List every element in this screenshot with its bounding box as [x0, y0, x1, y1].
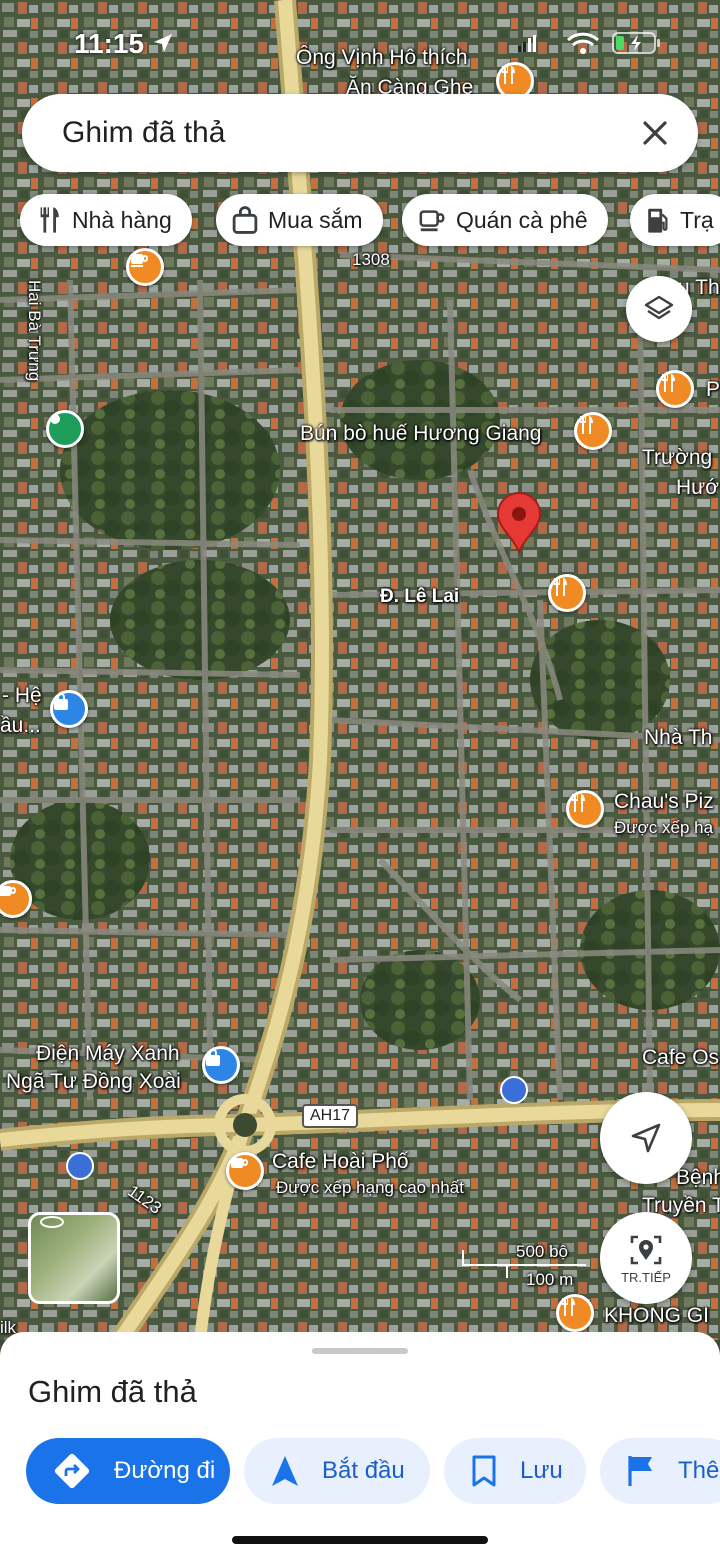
location-scan-icon [630, 1235, 662, 1264]
directions-icon [54, 1453, 90, 1489]
layers-button[interactable] [626, 276, 692, 342]
map-label: - Hệ [2, 684, 42, 707]
map-label: P [706, 378, 720, 401]
search-bar[interactable]: Ghim đã thả [22, 94, 698, 172]
map-label: Hướ [676, 476, 719, 499]
chip-coffee[interactable]: Quán cà phê [402, 194, 608, 246]
bus-stop-icon[interactable] [66, 1152, 94, 1180]
map-label: Được xếp hạ [614, 818, 714, 837]
chip-label: Nhà hàng [72, 206, 172, 233]
chip-restaurants[interactable]: Nhà hàng [20, 194, 192, 246]
restaurant-icon[interactable] [566, 790, 604, 828]
map-label: Bệnh [676, 1166, 720, 1189]
map-label: Ngã Tư Đồng Xoài [6, 1070, 181, 1093]
map-label: Nhà Th [644, 726, 713, 749]
bus-stop-icon[interactable] [500, 1076, 528, 1104]
drag-handle[interactable] [312, 1348, 408, 1354]
chip-shopping[interactable]: Mua sắm [216, 194, 383, 246]
highway-shield: AH17 [302, 1104, 359, 1128]
chip-label: Trạ [680, 206, 714, 233]
gas-station-icon [648, 208, 668, 233]
close-icon[interactable] [636, 114, 674, 152]
road-number: 1308 [352, 250, 390, 269]
chip-label: Quán cà phê [456, 206, 588, 233]
status-bar: 11:15 [0, 26, 720, 62]
map-label: Chau's Piz [614, 790, 714, 813]
start-button[interactable]: Bắt đầu [244, 1438, 430, 1504]
rotate-360-icon [40, 1216, 64, 1228]
coffee-icon [419, 210, 445, 232]
status-time: 11:15 [74, 28, 145, 59]
map-label: Bún bò huế Hương Giang [300, 422, 542, 445]
map-label: Được xếp hạng cao nhất [276, 1178, 464, 1197]
next-button-label: TR.TIẾP [621, 1269, 671, 1285]
battery-icon [612, 32, 660, 54]
shopping-bag-icon [232, 206, 258, 234]
shopping-bag-icon[interactable] [202, 1046, 240, 1084]
search-text: Ghim đã thả [62, 116, 226, 149]
chip-label: Mua sắm [268, 206, 363, 233]
layers-icon [644, 295, 674, 320]
restaurant-icon[interactable] [556, 1294, 594, 1332]
street-label: Hai Bà Trưng [25, 280, 44, 382]
home-indicator[interactable] [232, 1536, 488, 1544]
coffee-icon[interactable] [226, 1152, 264, 1190]
dropped-pin-icon[interactable] [496, 492, 542, 554]
start-label: Bắt đầu [322, 1457, 405, 1484]
bottom-sheet[interactable]: Ghim đã thả Đường đi Bắt đầu Lưu Thêm [0, 1332, 720, 1558]
explore-nearby-button[interactable]: TR.TIẾP [600, 1212, 692, 1304]
save-label: Lưu [520, 1457, 563, 1484]
more-label: Thêm [678, 1457, 720, 1484]
chip-gas[interactable]: Trạ [630, 194, 720, 246]
map-label: Trường [642, 446, 713, 469]
map-label: ầu... [0, 714, 41, 737]
street-view-thumbnail[interactable] [28, 1212, 120, 1304]
coffee-icon[interactable] [126, 248, 164, 286]
restaurant-icon [40, 207, 59, 233]
map-label: Cafe Hoài Phố [272, 1150, 409, 1173]
shopping-bag-icon[interactable] [50, 690, 88, 728]
more-button[interactable]: Thêm [600, 1438, 720, 1504]
location-arrow-icon [154, 34, 172, 52]
flag-icon [628, 1456, 652, 1486]
restaurant-icon[interactable] [548, 574, 586, 612]
scale-metric: 100 m [526, 1270, 574, 1289]
bookmark-icon [472, 1455, 496, 1487]
location-pin-icon[interactable] [46, 410, 84, 448]
restaurant-icon[interactable] [656, 370, 694, 408]
directions-button[interactable]: Đường đi [26, 1438, 230, 1504]
scale-imperial: 500 bộ [516, 1242, 568, 1261]
map-label: Cafe Os [642, 1046, 720, 1069]
my-location-button[interactable] [600, 1092, 692, 1184]
scale-bar: 500 bộ 100 m [462, 1242, 586, 1292]
navigation-arrow-icon [272, 1456, 298, 1486]
map-label: KHONG GI [604, 1304, 710, 1327]
place-title: Ghim đã thả [28, 1374, 197, 1409]
directions-label: Đường đi [114, 1457, 216, 1484]
navigation-arrow-icon [631, 1123, 661, 1153]
street-label: Đ. Lê Lai [380, 586, 460, 607]
wifi-icon [566, 32, 600, 54]
map-label: Điện Máy Xanh [36, 1042, 180, 1065]
restaurant-icon[interactable] [574, 412, 612, 450]
save-button[interactable]: Lưu [444, 1438, 586, 1504]
signal-icon [518, 35, 536, 52]
category-chips: Nhà hàng Mua sắm Quán cà phê Trạ [20, 194, 720, 246]
